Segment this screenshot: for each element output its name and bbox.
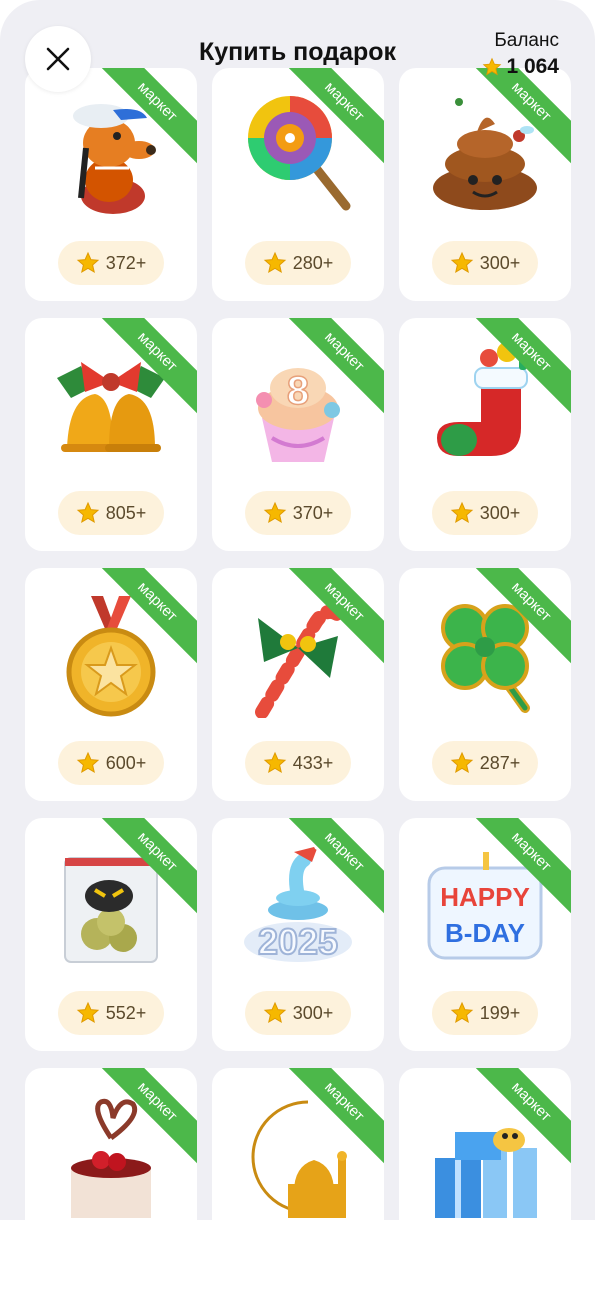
gift-card[interactable]: маркет 600+ (25, 568, 197, 801)
gift-card[interactable]: маркет (25, 1068, 197, 1301)
market-badge: маркет (97, 318, 197, 418)
gift-card[interactable]: маркет 280+ (212, 68, 384, 301)
price-button[interactable]: 370+ (245, 491, 351, 535)
market-badge: маркет (471, 568, 571, 668)
gift-card[interactable]: 2025 маркет 300+ (212, 818, 384, 1051)
gift-card[interactable]: 8 маркет 370+ (212, 318, 384, 551)
gift-card[interactable]: маркет (212, 1068, 384, 1301)
price-button[interactable]: 199+ (432, 991, 538, 1035)
market-badge: маркет (284, 1068, 384, 1168)
star-icon (263, 501, 286, 524)
price-label: 372+ (105, 252, 147, 273)
star-icon (263, 251, 286, 274)
market-badge: маркет (97, 1068, 197, 1168)
price-button[interactable]: 287+ (432, 741, 538, 785)
price-button[interactable]: 805+ (58, 491, 164, 535)
gift-card[interactable]: HAPPY B-DAY маркет 199+ (399, 818, 571, 1051)
price-label: 552+ (105, 1002, 147, 1023)
market-badge: маркет (97, 68, 197, 168)
price-label: 300+ (292, 1002, 334, 1023)
price-button[interactable]: 433+ (245, 741, 351, 785)
gift-card[interactable]: маркет 300+ (399, 68, 571, 301)
market-badge: маркет (471, 68, 571, 168)
star-icon (263, 751, 286, 774)
gift-card[interactable]: маркет (399, 1068, 571, 1301)
price-label: 600+ (105, 752, 147, 773)
star-icon (263, 1001, 286, 1024)
close-icon (46, 47, 70, 71)
star-icon (450, 751, 473, 774)
price-button[interactable]: 372+ (58, 241, 164, 285)
market-badge: маркет (97, 568, 197, 668)
star-icon (76, 501, 99, 524)
gift-card[interactable]: маркет 300+ (399, 318, 571, 551)
price-button[interactable]: 300+ (432, 241, 538, 285)
star-icon (483, 57, 502, 76)
market-badge: маркет (284, 568, 384, 668)
market-badge: маркет (471, 318, 571, 418)
gift-card[interactable]: маркет 552+ (25, 818, 197, 1051)
price-label: 805+ (105, 502, 147, 523)
price-label: 287+ (479, 752, 521, 773)
star-icon (76, 1001, 99, 1024)
market-badge: маркет (284, 68, 384, 168)
svg-text:2025: 2025 (258, 921, 338, 962)
star-icon (450, 1001, 473, 1024)
balance: Баланс 1 064 (482, 30, 559, 79)
gift-grid: маркет 372+ маркет 280+ маркет 300+ марк… (25, 68, 571, 1301)
market-badge: маркет (97, 818, 197, 918)
market-badge: маркет (471, 818, 571, 918)
star-icon (450, 251, 473, 274)
gift-card[interactable]: маркет 433+ (212, 568, 384, 801)
gift-card[interactable]: маркет 287+ (399, 568, 571, 801)
star-icon (76, 751, 99, 774)
price-label: 199+ (479, 1002, 521, 1023)
price-label: 300+ (479, 252, 521, 273)
balance-label: Баланс (494, 30, 559, 51)
balance-amount: 1 064 (506, 55, 559, 78)
price-label: 300+ (479, 502, 521, 523)
price-button[interactable]: 300+ (245, 991, 351, 1035)
svg-text:B-DAY: B-DAY (445, 918, 525, 948)
market-badge: маркет (284, 818, 384, 918)
gift-card[interactable]: маркет 372+ (25, 68, 197, 301)
price-button[interactable]: 280+ (245, 241, 351, 285)
price-label: 433+ (292, 752, 334, 773)
market-badge: маркет (284, 318, 384, 418)
price-button[interactable]: 300+ (432, 491, 538, 535)
price-label: 280+ (292, 252, 334, 273)
price-button[interactable]: 600+ (58, 741, 164, 785)
star-icon (450, 501, 473, 524)
star-icon (76, 251, 99, 274)
price-label: 370+ (292, 502, 334, 523)
market-badge: маркет (471, 1068, 571, 1168)
gift-card[interactable]: маркет 805+ (25, 318, 197, 551)
close-button[interactable] (25, 26, 91, 92)
price-button[interactable]: 552+ (58, 991, 164, 1035)
